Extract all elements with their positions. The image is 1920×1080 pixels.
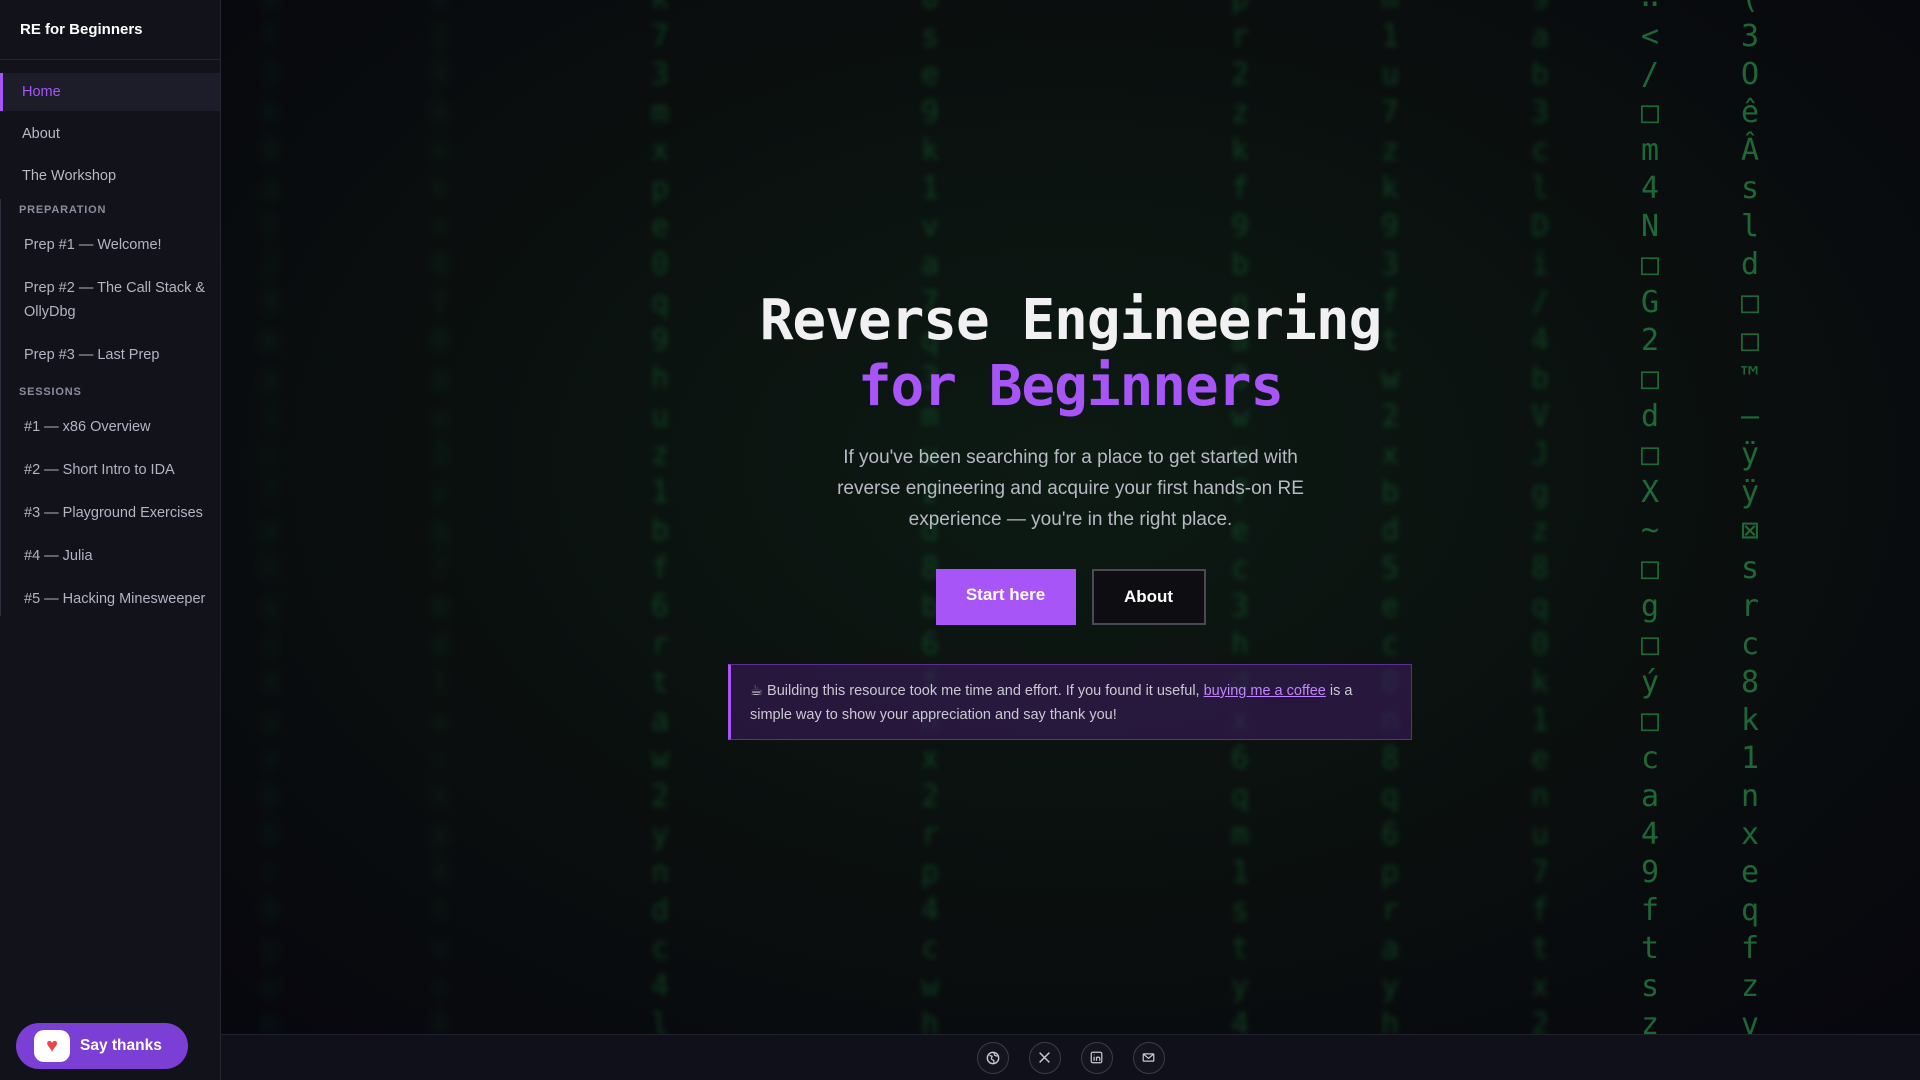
x-icon[interactable] (1028, 1041, 1061, 1074)
coffee-icon: ☕ (750, 683, 763, 699)
sidebar-item-workshop[interactable]: The Workshop (0, 157, 220, 195)
section-heading-preparation: PREPARATION (19, 204, 107, 216)
hero-title-line-2: for Beginners (857, 354, 1284, 419)
notice-text-start: Building this resource took me time and … (763, 683, 1204, 699)
sidebar-item-session-1[interactable]: #1 — x86 Overview (1, 410, 220, 444)
hero-buttons: Start here About (221, 569, 1920, 625)
hero-title-line-1: Reverse Engineering (759, 288, 1383, 353)
globe-icon[interactable] (976, 1041, 1009, 1074)
sidebar-item-about[interactable]: About (0, 115, 220, 153)
preparation-group: PREPARATION Prep #1 — Welcome! Prep #2 —… (0, 199, 220, 616)
footer (221, 1034, 1920, 1080)
sidebar: RE for Beginners Home About The Workshop… (0, 0, 221, 1080)
sidebar-item-session-5[interactable]: #5 — Hacking Minesweeper (1, 582, 220, 616)
linkedin-icon[interactable] (1080, 1041, 1113, 1074)
hero-section: Reverse Engineering for Beginners If you… (221, 288, 1920, 625)
buy-coffee-link[interactable]: buying me a coffee (1204, 683, 1326, 699)
support-notice: ☕ Building this resource took me time an… (728, 664, 1412, 740)
say-thanks-button[interactable]: ♥ Say thanks (16, 1023, 188, 1069)
sidebar-item-home[interactable]: Home (0, 73, 220, 111)
sidebar-item-prep-2[interactable]: Prep #2 — The Call Stack & OllyDbg (1, 271, 220, 329)
sidebar-item-session-2[interactable]: #2 — Short Intro to IDA (1, 453, 220, 487)
site-brand[interactable]: RE for Beginners (0, 0, 220, 60)
heart-mug-icon: ♥ (34, 1030, 70, 1062)
hero-subtitle: If you've been searching for a place to … (837, 447, 1304, 530)
sidebar-item-session-4[interactable]: #4 — Julia (1, 539, 220, 573)
sidebar-item-prep-3[interactable]: Prep #3 — Last Prep (1, 338, 220, 372)
hero-area: 8 f 3 k 0 a t 2 9 m p 1 c 7 e h q z 4 u … (221, 0, 1920, 1034)
sidebar-item-prep-1[interactable]: Prep #1 — Welcome! (1, 228, 220, 262)
start-here-button[interactable]: Start here (935, 569, 1076, 625)
sidebar-item-session-3[interactable]: #3 — Playground Exercises (1, 496, 220, 530)
section-heading-sessions: SESSIONS (19, 386, 82, 398)
say-thanks-label: Say thanks (80, 1037, 162, 1054)
email-icon[interactable] (1132, 1041, 1165, 1074)
sidebar-nav: Home About The Workshop PREPARATION Prep… (0, 73, 220, 625)
about-button[interactable]: About (1091, 569, 1206, 625)
